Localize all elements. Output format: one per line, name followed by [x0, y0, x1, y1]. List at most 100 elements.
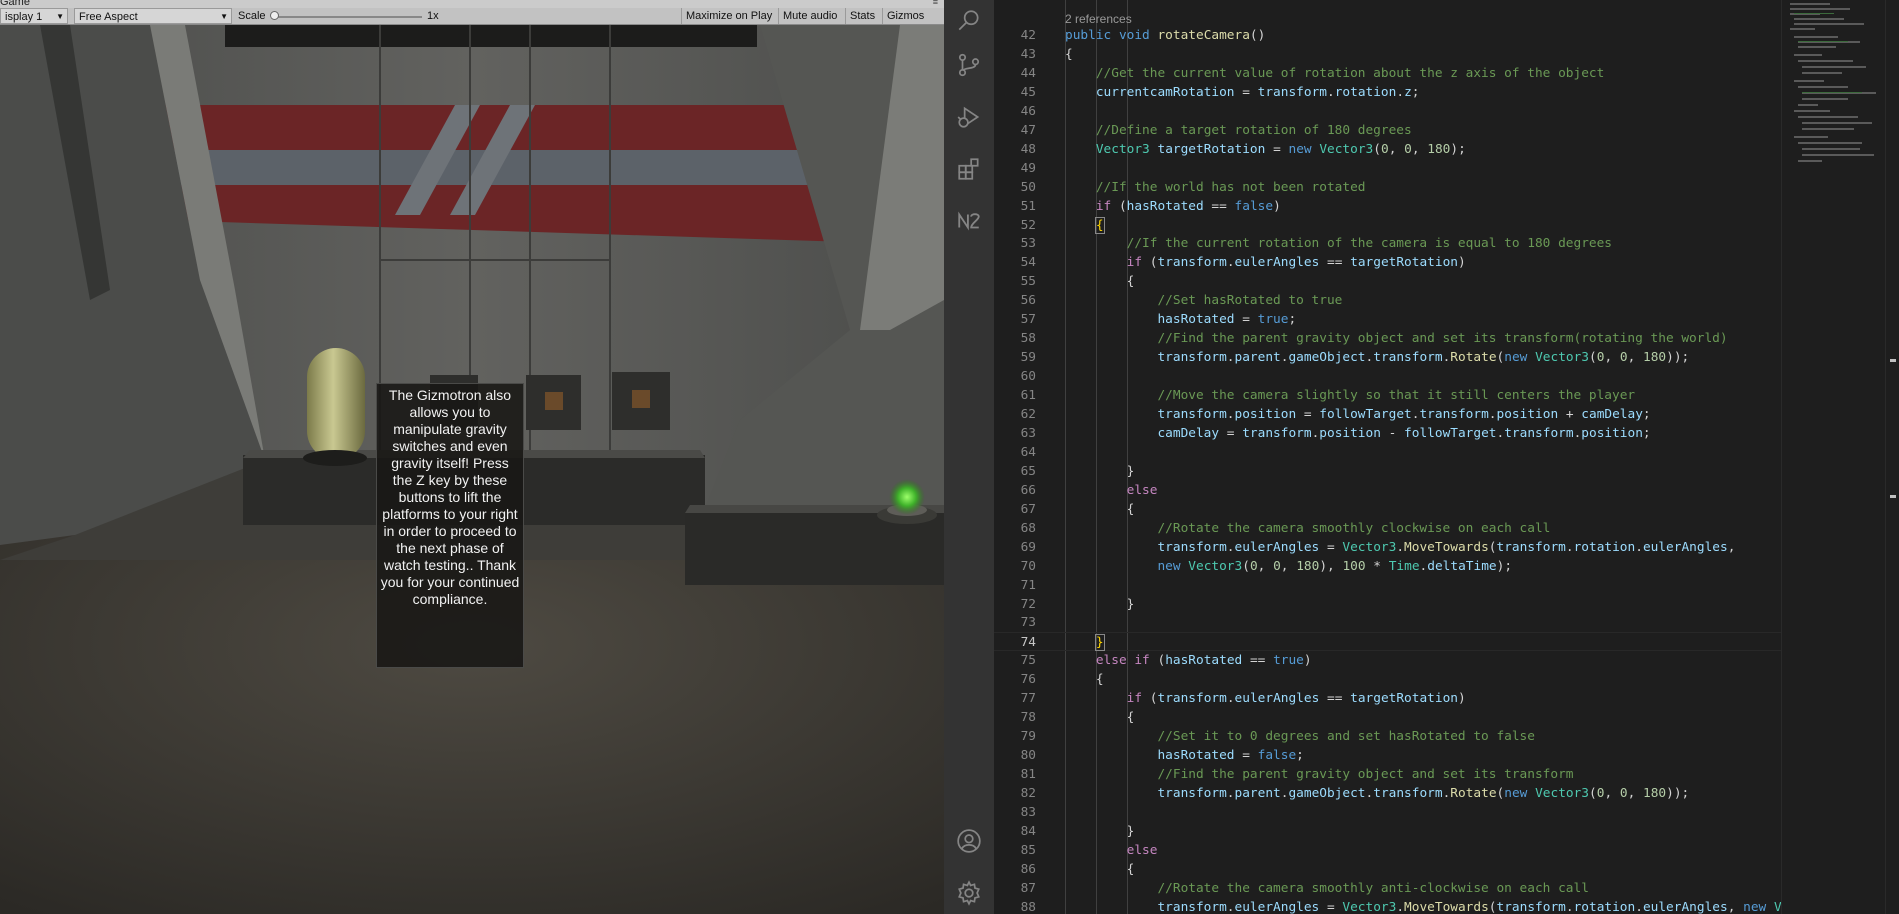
- code-line[interactable]: 42 public void rotateCamera(): [994, 26, 1781, 45]
- code-line[interactable]: 49: [994, 159, 1781, 178]
- code-token-comment: //If the current rotation of the camera …: [1126, 236, 1613, 252]
- code-token-plain: -: [1380, 425, 1405, 441]
- code-line[interactable]: 88 transform.eulerAngles = Vector3.MoveT…: [994, 898, 1781, 914]
- code-line[interactable]: 55 {: [994, 272, 1781, 291]
- code-line[interactable]: 45 currentcamRotation = transform.rotati…: [994, 83, 1781, 102]
- source-control-icon[interactable]: [944, 44, 994, 86]
- code-token-keyword: false: [1257, 748, 1297, 764]
- code-line[interactable]: 72 }: [994, 595, 1781, 614]
- code-token-type: Vector3: [1535, 786, 1590, 801]
- code-line[interactable]: 70 new Vector3(0, 0, 180), 100 * Time.de…: [994, 557, 1781, 576]
- gizmos-button[interactable]: Gizmos: [882, 8, 928, 24]
- panel-menu-icon[interactable]: ≡: [933, 0, 938, 7]
- code-line[interactable]: 84 }: [994, 822, 1781, 841]
- editor-scrollbar[interactable]: [1885, 0, 1899, 914]
- code-token-plain: =: [1319, 899, 1343, 914]
- game-tab[interactable]: Game: [0, 0, 30, 8]
- code-token-control: if: [1095, 198, 1119, 214]
- code-token-plain: ): [1273, 198, 1281, 214]
- stats-button[interactable]: Stats: [845, 8, 879, 24]
- mute-audio-button[interactable]: Mute audio: [778, 8, 841, 24]
- code-token-plain: ;: [1288, 312, 1297, 328]
- code-line[interactable]: 46: [994, 102, 1781, 121]
- scale-slider-thumb[interactable]: [270, 11, 279, 20]
- scale-slider-track[interactable]: [276, 16, 422, 18]
- code-token-var: followTarget: [1319, 407, 1412, 422]
- code-line[interactable]: 71: [994, 576, 1781, 595]
- code-line[interactable]: 76 {: [994, 670, 1781, 689]
- code-line[interactable]: 69 transform.eulerAngles = Vector3.MoveT…: [994, 538, 1781, 557]
- code-line[interactable]: 59 transform.parent.gameObject.transform…: [994, 348, 1781, 367]
- code-token-plain: (: [1589, 786, 1597, 801]
- account-icon[interactable]: [944, 820, 994, 862]
- code-token-plain: ;: [1642, 407, 1651, 422]
- minimap[interactable]: [1781, 0, 1899, 914]
- code-line[interactable]: 47 //Define a target rotation of 180 deg…: [994, 121, 1781, 140]
- code-line[interactable]: 78 {: [994, 708, 1781, 727]
- code-line[interactable]: 73: [994, 613, 1781, 632]
- n2-icon[interactable]: [944, 200, 994, 242]
- aspect-dropdown[interactable]: Free Aspect ▼: [74, 8, 232, 24]
- code-line[interactable]: 48 Vector3 targetRotation = new Vector3(…: [994, 140, 1781, 159]
- run-debug-icon[interactable]: [944, 96, 994, 138]
- code-line[interactable]: 50 //If the world has not been rotated: [994, 178, 1781, 197]
- code-token-var: parent: [1234, 786, 1281, 801]
- code-line[interactable]: 52 {: [994, 216, 1781, 235]
- code-line[interactable]: 67 {: [994, 500, 1781, 519]
- code-token-plain: .: [1635, 899, 1643, 914]
- extensions-icon[interactable]: [944, 148, 994, 190]
- code-token-plain: ): [1303, 653, 1312, 669]
- settings-gear-icon[interactable]: [944, 872, 994, 914]
- code-line[interactable]: 63 camDelay = transform.position - follo…: [994, 424, 1781, 443]
- code-editor[interactable]: 2 references 42 public void rotateCamera(…: [994, 0, 1781, 914]
- code-line[interactable]: 75 else if (hasRotated == true): [994, 651, 1781, 670]
- code-line[interactable]: 80 hasRotated = false;: [994, 746, 1781, 765]
- code-token-plain: .: [1226, 350, 1235, 366]
- code-line[interactable]: 77 if (transform.eulerAngles == targetRo…: [994, 689, 1781, 708]
- code-line[interactable]: 43 {: [994, 45, 1781, 64]
- code-line[interactable]: 57 hasRotated = true;: [994, 310, 1781, 329]
- maximize-on-play-button[interactable]: Maximize on Play: [681, 8, 776, 24]
- line-number: 82: [1020, 786, 1036, 801]
- code-line[interactable]: 64: [994, 443, 1781, 462]
- display-dropdown[interactable]: isplay 1 ▼: [0, 8, 68, 24]
- code-text: if (transform.eulerAngles == targetRotat…: [1065, 689, 1466, 708]
- code-line[interactable]: 61 //Move the camera slightly so that it…: [994, 386, 1781, 405]
- code-token-bm: }: [1094, 634, 1105, 652]
- code-line[interactable]: 51 if (hasRotated == false): [994, 197, 1781, 216]
- code-line[interactable]: 60: [994, 367, 1781, 386]
- code-line[interactable]: 79 //Set it to 0 degrees and set hasRota…: [994, 727, 1781, 746]
- code-token-plain: ;: [1411, 84, 1420, 100]
- display-dropdown-label: isplay 1: [5, 11, 43, 23]
- code-line[interactable]: 54 if (transform.eulerAngles == targetRo…: [994, 253, 1781, 272]
- code-text: //Set hasRotated to true: [1065, 291, 1342, 310]
- code-line[interactable]: 53 //If the current rotation of the came…: [994, 234, 1781, 253]
- search-icon[interactable]: [944, 0, 994, 42]
- code-line[interactable]: 58 //Find the parent gravity object and …: [994, 329, 1781, 348]
- code-line[interactable]: 86 {: [994, 860, 1781, 879]
- code-token-num: 180: [1643, 786, 1667, 801]
- line-number: 42: [1020, 28, 1036, 43]
- code-line[interactable]: 87 //Rotate the camera smoothly anti-clo…: [994, 879, 1781, 898]
- code-text: {: [1065, 216, 1105, 235]
- code-token-plain: ,: [1280, 558, 1297, 574]
- code-line[interactable]: 44 //Get the current value of rotation a…: [994, 64, 1781, 83]
- code-token-plain: .: [1635, 539, 1643, 555]
- code-line[interactable]: 56 //Set hasRotated to true: [994, 291, 1781, 310]
- code-line[interactable]: 83: [994, 803, 1781, 822]
- code-line[interactable]: 62 transform.position = followTarget.tra…: [994, 405, 1781, 424]
- code-line[interactable]: 85 else: [994, 841, 1781, 860]
- code-line[interactable]: 82 transform.parent.gameObject.transform…: [994, 784, 1781, 803]
- code-token-num: 100: [1342, 558, 1366, 574]
- code-line[interactable]: 68 //Rotate the camera smoothly clockwis…: [994, 519, 1781, 538]
- code-line[interactable]: 74 }: [994, 632, 1781, 652]
- code-line[interactable]: 66 else: [994, 481, 1781, 500]
- code-line[interactable]: 81 //Find the parent gravity object and …: [994, 765, 1781, 784]
- line-number: 43: [1020, 46, 1036, 62]
- scrollbar-marker: [1890, 495, 1896, 498]
- code-line[interactable]: 65 }: [994, 462, 1781, 481]
- code-text: }: [1065, 822, 1135, 841]
